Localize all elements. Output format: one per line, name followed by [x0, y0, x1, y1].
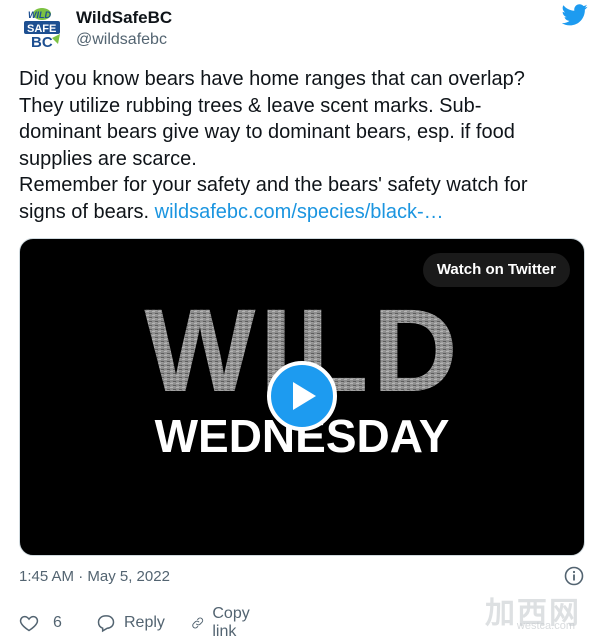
svg-text:WILD: WILD [28, 10, 51, 20]
handle[interactable]: @wildsafebc [76, 29, 172, 51]
tweet-text: Did you know bears have home ranges that… [19, 66, 589, 225]
wildsafebc-logo: WILD SAFE BC [24, 8, 60, 51]
play-button[interactable] [267, 361, 337, 431]
reply-icon [97, 615, 115, 633]
watermark-sub: westca.com [516, 620, 575, 632]
author-info[interactable]: WildSafeBC @wildsafebc [76, 7, 172, 51]
svg-text:BC: BC [31, 34, 53, 51]
video-media[interactable]: WILD WEDNESDAY Watch on Twitter [19, 238, 585, 556]
display-name[interactable]: WildSafeBC [76, 7, 172, 29]
tweet-line-4: supplies are scarce. [19, 147, 197, 170]
timestamp-link[interactable]: 1:45 AM · May 5, 2022 [19, 568, 170, 585]
copy-link-button[interactable]: Copy link [191, 605, 256, 640]
twitter-bird-icon[interactable] [562, 4, 588, 26]
tweet-line-2: They utilize rubbing trees & leave scent… [19, 94, 482, 117]
link-icon [192, 617, 204, 629]
tweet-link[interactable]: wildsafebc.com/species/black-… [155, 201, 444, 223]
reply-button[interactable]: Reply [96, 610, 165, 636]
tweet-line-1: Did you know bears have home ranges that… [19, 68, 525, 90]
tweet-line-5: Remember for your safety and the bears' … [19, 174, 528, 196]
embedded-tweet: WILD SAFE BC WildSafeBC @wildsafebc Did … [0, 0, 605, 642]
reply-label: Reply [124, 614, 165, 631]
copy-link-label: Copy link [212, 605, 250, 640]
avatar[interactable]: WILD SAFE BC [18, 4, 66, 52]
tweet-header: WILD SAFE BC WildSafeBC @wildsafebc [18, 4, 588, 56]
timestamp: 1:45 AM · May 5, 2022 [19, 568, 170, 585]
like-count: 6 [53, 614, 62, 631]
heart-icon [19, 615, 39, 632]
like-button[interactable]: 6 [19, 610, 62, 636]
tweet-line-6: signs of bears. [19, 200, 155, 223]
watch-on-twitter-button[interactable]: Watch on Twitter [422, 253, 570, 287]
play-icon [293, 382, 316, 410]
info-icon[interactable] [564, 566, 584, 586]
tweet-line-3: dominant bears give way to dominant bear… [19, 121, 515, 143]
